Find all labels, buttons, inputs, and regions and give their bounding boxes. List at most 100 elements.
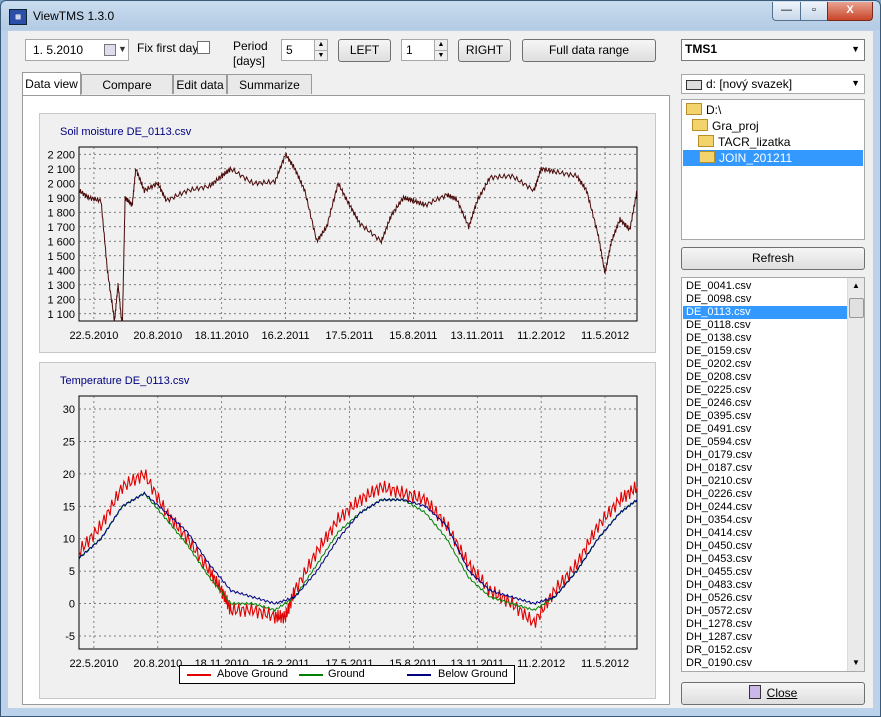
left-button[interactable]: LEFT [338, 39, 391, 62]
file-list-item[interactable]: DE_0225.csv [683, 384, 847, 397]
chevron-down-icon[interactable]: ▼ [118, 44, 127, 54]
file-list-item[interactable]: DE_0159.csv [683, 345, 847, 358]
close-button[interactable]: Close [681, 682, 865, 705]
date-picker[interactable]: 1. 5.2010 ▼ [25, 39, 129, 61]
folder-open-icon [692, 119, 708, 131]
file-list-item[interactable]: DH_0179.csv [683, 449, 847, 462]
close-window-button[interactable]: X [827, 2, 873, 21]
legend-swatch-above [187, 674, 211, 676]
refresh-button[interactable]: Refresh [681, 247, 865, 270]
legend-below-ground: Below Ground [438, 668, 508, 680]
spin-down-icon[interactable]: ▼ [314, 51, 327, 60]
file-list-item[interactable]: DE_0395.csv [683, 410, 847, 423]
y-tick-label: 5 [69, 566, 75, 578]
tab-data-view[interactable]: Data view [22, 72, 81, 95]
file-list-item[interactable]: DH_0572.csv [683, 605, 847, 618]
spin-up-icon[interactable]: ▲ [434, 40, 447, 51]
drive-select[interactable]: d: [nový svazek] ▼ [681, 74, 865, 94]
file-list-item[interactable]: DE_0202.csv [683, 358, 847, 371]
folder-label: D:\ [706, 103, 722, 117]
folder-row[interactable]: Gra_proj [692, 118, 759, 134]
folder-open-icon [699, 151, 715, 163]
folder-open-icon [698, 135, 714, 147]
y-tick-label: 10 [63, 534, 75, 546]
scroll-up-icon[interactable]: ▲ [848, 278, 864, 294]
minimize-button[interactable]: — [772, 2, 801, 21]
client-area: 1. 5.2010 ▼ Fix first day Period [days] … [8, 31, 873, 708]
x-tick-label: 11.5.2012 [581, 330, 629, 342]
y-tick-label: 1 700 [47, 222, 75, 234]
spin-up-icon[interactable]: ▲ [314, 40, 327, 51]
chart-legend: Above Ground Ground Below Ground [179, 665, 515, 684]
file-list-item[interactable]: DH_0483.csv [683, 579, 847, 592]
x-tick-label: 13.11.2011 [451, 330, 504, 342]
file-list-scrollbar[interactable]: ▲ ▼ [847, 278, 864, 671]
file-list-item[interactable]: DR_0190.csv [683, 657, 847, 670]
folder-label: JOIN_201211 [719, 151, 793, 165]
file-list-item[interactable]: DE_0246.csv [683, 397, 847, 410]
file-list-item[interactable]: DE_0118.csv [683, 319, 847, 332]
chevron-down-icon[interactable]: ▼ [851, 44, 860, 54]
file-list[interactable]: DE_0041.csv DE_0098.csv DE_0113.csv DE_0118… [681, 277, 865, 672]
file-list-item[interactable]: DH_0450.csv [683, 540, 847, 553]
period-label: Period [days] [233, 39, 268, 69]
calendar-icon[interactable] [104, 44, 116, 56]
file-list-item[interactable]: DE_0041.csv [683, 280, 847, 293]
file-list-item[interactable]: DH_0453.csv [683, 553, 847, 566]
legend-above-ground: Above Ground [217, 668, 288, 680]
tab-summarize-data[interactable]: Summarize data [227, 74, 312, 112]
spin-down-icon[interactable]: ▼ [434, 51, 447, 60]
file-list-item[interactable]: DH_0187.csv [683, 462, 847, 475]
y-tick-label: 2 200 [47, 149, 75, 161]
y-tick-label: 1 100 [47, 309, 75, 321]
file-list-item[interactable]: DH_0210.csv [683, 475, 847, 488]
tab-edit-data[interactable]: Edit data [173, 74, 227, 94]
scroll-down-icon[interactable]: ▼ [848, 655, 864, 671]
file-list-item[interactable]: DR_0152.csv [683, 644, 847, 657]
file-list-item[interactable]: DH_0354.csv [683, 514, 847, 527]
right-button[interactable]: RIGHT [458, 39, 511, 62]
x-tick-label: 22.5.2010 [69, 658, 118, 670]
file-list-item[interactable]: DH_0226.csv [683, 488, 847, 501]
y-tick-label: 1 800 [47, 207, 75, 219]
date-value: 1. 5.2010 [33, 43, 84, 57]
temperature-chart: Temperature DE_0113.csv 30 25 20 15 10 5 0 -5 22… [39, 362, 656, 699]
file-list-item[interactable]: DH_0414.csv [683, 527, 847, 540]
x-tick-label: 18.11.2010 [195, 330, 249, 342]
folder-tree[interactable]: D:\ Gra_proj TACR_lizatka JOIN_201211 [681, 99, 865, 240]
period-spinner[interactable]: 5 ▲ ▼ [281, 39, 328, 61]
file-list-item[interactable]: DE_0138.csv [683, 332, 847, 345]
full-data-range-button[interactable]: Full data range [522, 39, 656, 62]
window-title: ViewTMS 1.3.0 [33, 9, 115, 23]
tab-compare-stations[interactable]: Compare stations [81, 74, 173, 112]
file-list-item[interactable]: DE_0594.csv [683, 436, 847, 449]
folder-row-selected[interactable]: JOIN_201211 [683, 150, 863, 166]
legend-swatch-below [407, 674, 431, 676]
maximize-button[interactable]: ▫ [800, 2, 828, 21]
scroll-thumb[interactable] [849, 298, 864, 318]
file-list-item[interactable]: DE_0208.csv [683, 371, 847, 384]
title-bar[interactable]: ▦ ViewTMS 1.3.0 — ▫ X [1, 1, 880, 31]
file-list-item[interactable]: DE_0491.csv [683, 423, 847, 436]
x-tick-label: 20.8.2010 [133, 330, 182, 342]
file-list-item[interactable]: DH_1287.csv [683, 631, 847, 644]
y-tick-label: 30 [63, 404, 75, 416]
station-select[interactable]: TMS1 ▼ [681, 39, 865, 61]
folder-row[interactable]: TACR_lizatka [698, 134, 790, 150]
file-list-item[interactable]: DH_0244.csv [683, 501, 847, 514]
file-list-item[interactable]: DH_0455.csv [683, 566, 847, 579]
file-list-item[interactable]: DH_0526.csv [683, 592, 847, 605]
file-list-item[interactable]: DE_0098.csv [683, 293, 847, 306]
chevron-down-icon[interactable]: ▼ [851, 78, 860, 88]
file-list-item[interactable]: DH_1278.csv [683, 618, 847, 631]
period-label-line2: [days] [233, 54, 266, 68]
step-spinner[interactable]: 1 ▲ ▼ [401, 39, 448, 61]
folder-row[interactable]: D:\ [686, 102, 721, 118]
file-list-item[interactable]: DE_0113.csv [683, 306, 847, 319]
fix-first-day-checkbox[interactable] [197, 41, 210, 54]
y-tick-label: -5 [65, 631, 75, 643]
folder-open-icon [686, 103, 702, 115]
y-tick-label: 1 400 [47, 265, 75, 277]
folder-label: TACR_lizatka [718, 135, 791, 149]
temperature-plot: 302520151050-522.5.2010 20.8.2010 18.11.20… [63, 395, 638, 670]
